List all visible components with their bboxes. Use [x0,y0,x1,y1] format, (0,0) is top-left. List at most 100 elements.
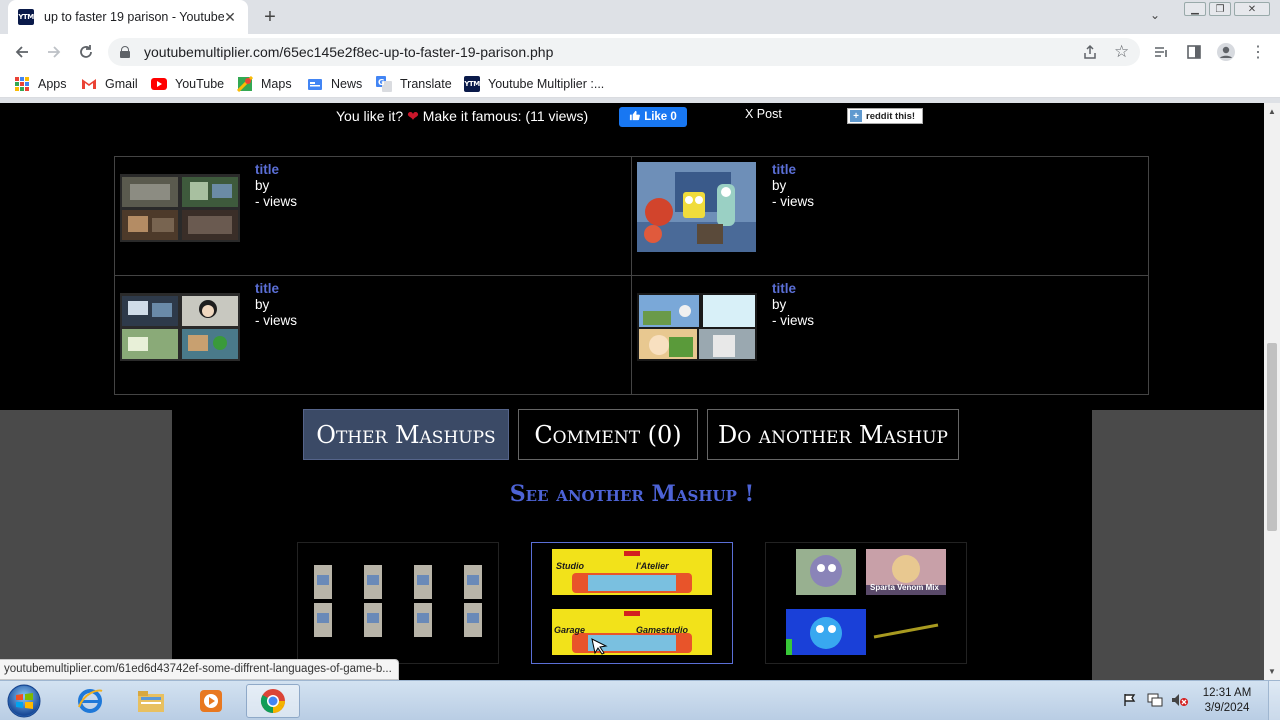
taskbar-clock[interactable]: 12:31 AM 3/9/2024 [1196,686,1258,716]
video-title-link[interactable]: title [772,162,814,178]
video-cell[interactable]: title by - views [115,157,632,276]
video-author: by [772,297,787,312]
browser-toolbar: youtubemultiplier.com/65ec145e2f8ec-up-t… [0,34,1280,70]
see-another-mashup-heading: See another Mashup ! [509,481,755,507]
video-thumbnail[interactable] [120,293,240,361]
video-views: - views [772,194,815,209]
windows-taskbar: 12:31 AM 3/9/2024 [0,680,1280,720]
mashup-thumbnail[interactable] [297,542,499,664]
bookmark-label: YouTube [175,77,225,91]
translate-icon: G [376,76,392,92]
scroll-up-arrow-icon[interactable]: ▲ [1268,107,1276,116]
youtube-icon [151,76,167,92]
url-host: youtubemultiplier.com [144,44,280,60]
share-icon[interactable] [1082,44,1098,63]
lock-icon[interactable] [120,46,130,58]
video-thumbnail[interactable] [637,293,757,361]
mashup-caption: Sparta Venom Mix [870,583,939,592]
close-window-button[interactable]: ✕ [1234,2,1270,16]
bookmark-label: Maps [261,77,292,91]
svg-text:G: G [378,78,385,87]
video-info: title by - views [255,281,297,329]
back-arrow-icon[interactable] [10,40,34,64]
video-title-link[interactable]: title [255,281,297,297]
video-info: title by - views [255,162,297,210]
maps-icon [237,76,253,92]
do-another-mashup-button[interactable]: Do another Mashup [707,409,959,460]
bookmark-youtube-multiplier[interactable]: YTM Youtube Multiplier :... [464,76,604,92]
heart-icon: ❤ [407,108,419,124]
video-cell[interactable]: title by - views [632,157,1149,276]
bookmark-star-icon[interactable]: ☆ [1114,42,1129,62]
profile-avatar-icon[interactable] [1216,42,1236,62]
start-button[interactable] [4,682,44,720]
bookmark-maps[interactable]: Maps [237,76,292,92]
browser-tab[interactable]: YTM up to faster 19 parison - Youtube ✕ [8,0,248,34]
video-info: title by - views [772,281,814,329]
tab-title: up to faster 19 parison - Youtube [44,10,224,24]
mashup-thumbnail-hovered[interactable]: Studio l'Atelier Garage Gamestudio [531,542,733,664]
mashup-label-garage: Garage [554,625,586,635]
video-views: - views [772,313,815,328]
video-info: title by - views [772,162,814,210]
reddit-label: reddit this! [866,110,916,122]
chrome-menu-icon[interactable]: ⋮ [1248,42,1268,62]
show-desktop-button[interactable] [1268,681,1280,720]
page-viewport: You like it? ❤ Make it famous: (11 views… [0,103,1264,680]
video-cell[interactable]: title by - views [632,276,1149,395]
scrollbar-thumb[interactable] [1267,343,1277,531]
bookmark-label: Gmail [105,77,138,91]
new-tab-button[interactable]: + [258,5,282,29]
mashup-label-atelier: l'Atelier [636,561,669,571]
link-status-bubble: youtubemultiplier.com/61ed6d43742ef-some… [0,659,399,680]
bookmark-youtube[interactable]: YouTube [151,76,224,92]
bookmark-label: Translate [400,77,452,91]
network-icon[interactable] [1147,693,1163,710]
video-thumbnail[interactable] [120,174,240,242]
minimize-button[interactable]: ▁ [1184,2,1206,16]
ytm-icon: YTM [464,76,480,92]
bookmark-label: Youtube Multiplier :... [488,77,605,91]
plus-icon: + [850,110,862,122]
x-post-button[interactable]: X Post [745,107,782,121]
share-prompt: You like it? ❤ Make it famous: (11 views… [336,108,588,125]
bookmark-news[interactable]: News [307,76,362,92]
video-title-link[interactable]: title [772,281,814,297]
bookmark-gmail[interactable]: Gmail [81,76,138,92]
facebook-like-button[interactable]: Like 0 [619,107,687,127]
mashup-thumbnail[interactable]: Sparta Venom Mix [765,542,967,664]
forward-arrow-icon[interactable] [42,40,66,64]
internet-explorer-icon[interactable] [63,684,117,718]
page-scrollbar[interactable]: ▲ ▼ [1264,103,1280,680]
restore-button[interactable]: ❐ [1209,2,1231,16]
bookmark-translate[interactable]: G Translate [376,76,452,92]
bookmark-label: News [331,77,363,91]
comment-button[interactable]: Comment (0) [518,409,698,460]
bookmark-label: Apps [38,77,67,91]
tab-close-icon[interactable]: ✕ [222,9,238,25]
video-thumbnail[interactable] [637,162,756,252]
reddit-this-button[interactable]: + reddit this! [847,108,923,124]
address-bar[interactable]: youtubemultiplier.com/65ec145e2f8ec-up-t… [108,38,1140,66]
related-videos-grid: title by - views title by - views title … [114,156,1149,395]
share-row: You like it? ❤ Make it famous: (11 views… [0,103,1264,133]
side-panel-icon[interactable] [1184,42,1204,62]
url-path: /65ec145e2f8ec-up-to-faster-19-parison.p… [279,44,554,60]
reading-list-icon[interactable] [1151,42,1171,62]
mashup-label-gamestudio: Gamestudio [636,625,689,635]
media-player-icon[interactable] [184,684,238,718]
action-center-flag-icon[interactable] [1123,693,1137,710]
chrome-taskbar-icon[interactable] [246,684,300,718]
scroll-down-arrow-icon[interactable]: ▼ [1268,667,1276,676]
volume-muted-icon[interactable] [1171,693,1189,710]
thumbs-up-icon [629,110,641,124]
tab-search-chevron-icon[interactable]: ⌄ [1150,8,1160,22]
video-author: by [255,178,270,193]
video-cell[interactable]: title by - views [115,276,632,395]
news-icon [307,76,323,92]
video-title-link[interactable]: title [255,162,297,178]
bookmark-apps[interactable]: Apps [14,76,67,92]
reload-icon[interactable] [74,40,98,64]
file-explorer-icon[interactable] [124,684,178,718]
other-mashups-button[interactable]: Other Mashups [303,409,509,460]
